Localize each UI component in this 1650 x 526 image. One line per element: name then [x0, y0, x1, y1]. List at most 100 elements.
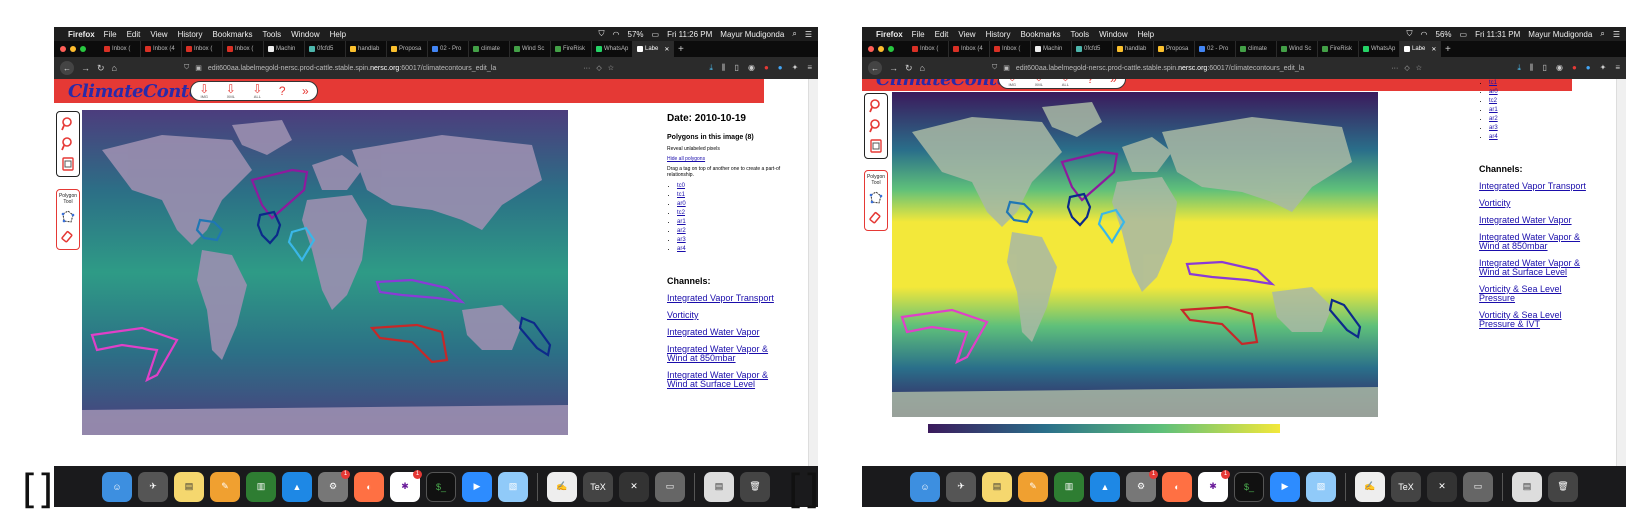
channel-ivt-link[interactable]: Integrated Vapor Transport: [667, 293, 774, 303]
zoom-icon[interactable]: ▶: [462, 471, 492, 502]
close-window-icon[interactable]: [60, 46, 66, 52]
terminal-icon[interactable]: $_: [1234, 471, 1264, 502]
browser-tab[interactable]: 02 - Pro: [1195, 41, 1236, 57]
menu-tools[interactable]: Tools: [1070, 30, 1089, 39]
menu-icon[interactable]: ≡: [1615, 63, 1620, 73]
tag-ar2[interactable]: ar2: [1489, 116, 1498, 122]
new-tab-icon[interactable]: +: [1445, 44, 1451, 55]
polygon-tag-link[interactable]: ar3: [1489, 124, 1599, 133]
account-icon[interactable]: ◉: [1556, 63, 1563, 73]
user-name[interactable]: Mayur Mudigonda: [720, 30, 784, 39]
browser-tab-active[interactable]: Labe ✕: [633, 41, 674, 57]
browser-tab[interactable]: Proposa: [1154, 41, 1195, 57]
channel-vorticity-link[interactable]: Vorticity: [1479, 198, 1511, 208]
browser-tab[interactable]: Inbox (4: [141, 41, 182, 57]
texmaker-icon[interactable]: TeX: [1391, 471, 1421, 502]
browser-tab[interactable]: Machin: [1031, 41, 1072, 57]
spotlight-icon[interactable]: ⌕: [792, 29, 796, 39]
download-xml-button[interactable]: ⇩XML: [1034, 79, 1044, 87]
back-icon[interactable]: ←: [868, 61, 882, 75]
tag-ar2[interactable]: ar2: [677, 228, 686, 234]
browser-tab[interactable]: 0fcfd5: [1072, 41, 1113, 57]
browser-tab[interactable]: climate: [469, 41, 510, 57]
menubar-app-name[interactable]: Firefox: [68, 30, 95, 39]
channel-vort-slp-ivt-link[interactable]: Vorticity & Sea Level Pressure & IVT: [1479, 310, 1562, 329]
menu-file[interactable]: File: [912, 30, 925, 39]
menu-help[interactable]: Help: [330, 30, 346, 39]
minimize-window-icon[interactable]: [878, 46, 884, 52]
browser-tab[interactable]: Wind Sc: [510, 41, 551, 57]
terminal-icon[interactable]: $_: [426, 471, 456, 502]
polygon-tag-link[interactable]: tc1: [1489, 79, 1599, 88]
menu-bookmarks[interactable]: Bookmarks: [212, 30, 252, 39]
wifi-icon[interactable]: ◠: [613, 30, 620, 39]
polygon-tag-link[interactable]: ar3: [677, 236, 787, 245]
tag-ar0[interactable]: ar0: [1489, 89, 1498, 95]
browser-tab-active[interactable]: Labe ✕: [1400, 41, 1441, 57]
preview-icon[interactable]: ▧: [1306, 471, 1336, 502]
browser-tab[interactable]: Wind Sc: [1277, 41, 1318, 57]
extension-icon[interactable]: ●: [1572, 63, 1577, 73]
tag-tc1[interactable]: tc1: [677, 192, 685, 198]
menubar-app-name[interactable]: Firefox: [876, 30, 903, 39]
zoom-out-icon[interactable]: [868, 118, 884, 134]
browser-tab[interactable]: Inbox (4: [949, 41, 990, 57]
menu-help[interactable]: Help: [1138, 30, 1154, 39]
polygon-tag-link[interactable]: ar0: [1489, 88, 1599, 97]
menu-icon[interactable]: ≡: [807, 63, 812, 73]
browser-tab[interactable]: FireRisk: [1318, 41, 1359, 57]
textedit-icon[interactable]: ✍: [1355, 471, 1385, 502]
menu-bookmarks[interactable]: Bookmarks: [1020, 30, 1060, 39]
browser-tab[interactable]: FireRisk: [551, 41, 592, 57]
pocket-icon[interactable]: ◇: [1404, 64, 1409, 72]
firefox-icon[interactable]: ◐: [1162, 471, 1192, 502]
lock-icon[interactable]: ▣: [1003, 64, 1010, 72]
finder-icon[interactable]: ☺: [102, 471, 132, 502]
sidebar-icon[interactable]: ▯: [735, 63, 739, 73]
tag-tc1[interactable]: tc1: [1489, 80, 1497, 86]
tag-ar1[interactable]: ar1: [1489, 107, 1498, 113]
keynote-icon[interactable]: ▲: [1090, 471, 1120, 502]
help-button[interactable]: ?: [279, 84, 286, 98]
close-tab-icon[interactable]: ✕: [1431, 46, 1436, 53]
tag-ar3[interactable]: ar3: [1489, 125, 1498, 131]
numbers-icon[interactable]: ▥: [246, 471, 276, 502]
fit-screen-icon[interactable]: [60, 156, 76, 172]
control-center-icon[interactable]: ☰: [805, 30, 812, 39]
menu-file[interactable]: File: [104, 30, 117, 39]
polygon-tag-link[interactable]: ar4: [677, 245, 787, 254]
browser-tab[interactable]: Inbox (: [100, 41, 141, 57]
browser-tab[interactable]: Inbox (: [908, 41, 949, 57]
browser-tab[interactable]: Inbox (: [223, 41, 264, 57]
bookmark-star-icon[interactable]: ☆: [1416, 64, 1422, 72]
extension-icon[interactable]: ●: [764, 63, 769, 73]
zoom-in-icon[interactable]: [868, 98, 884, 114]
trash-icon[interactable]: 🗑: [1548, 471, 1578, 502]
channel-vorticity-link[interactable]: Vorticity: [667, 310, 699, 320]
menu-window[interactable]: Window: [291, 30, 319, 39]
finder-icon[interactable]: ☺: [910, 471, 940, 502]
page-actions-icon[interactable]: ···: [1391, 65, 1398, 72]
launchpad-icon[interactable]: ✈: [946, 471, 976, 502]
lock-icon[interactable]: ▣: [195, 64, 202, 72]
next-image-button[interactable]: »: [1110, 79, 1117, 86]
library-icon[interactable]: ⫼: [722, 63, 726, 73]
eraser-icon[interactable]: [868, 210, 884, 226]
menu-history[interactable]: History: [986, 30, 1011, 39]
wifi-icon[interactable]: ◠: [1421, 30, 1428, 39]
channel-ivt-link[interactable]: Integrated Vapor Transport: [1479, 181, 1586, 191]
texmaker-icon[interactable]: TeX: [583, 471, 613, 502]
close-tab-icon[interactable]: ✕: [664, 46, 669, 53]
pages-icon[interactable]: ✎: [1018, 471, 1048, 502]
new-tab-icon[interactable]: +: [678, 44, 684, 55]
climate-map-image[interactable]: [82, 110, 568, 435]
spotlight-icon[interactable]: ⌕: [1600, 29, 1604, 39]
user-name[interactable]: Mayur Mudigonda: [1528, 30, 1592, 39]
document-icon[interactable]: ▤: [704, 471, 734, 502]
close-window-icon[interactable]: [868, 46, 874, 52]
channel-iwv-surface-link[interactable]: Integrated Water Vapor & Wind at Surface…: [667, 370, 768, 389]
polygon-tag-link[interactable]: ar2: [677, 227, 787, 236]
polygon-tag-link[interactable]: ar1: [677, 218, 787, 227]
next-image-button[interactable]: »: [302, 84, 309, 98]
polygon-tag-link[interactable]: tc1: [677, 191, 787, 200]
